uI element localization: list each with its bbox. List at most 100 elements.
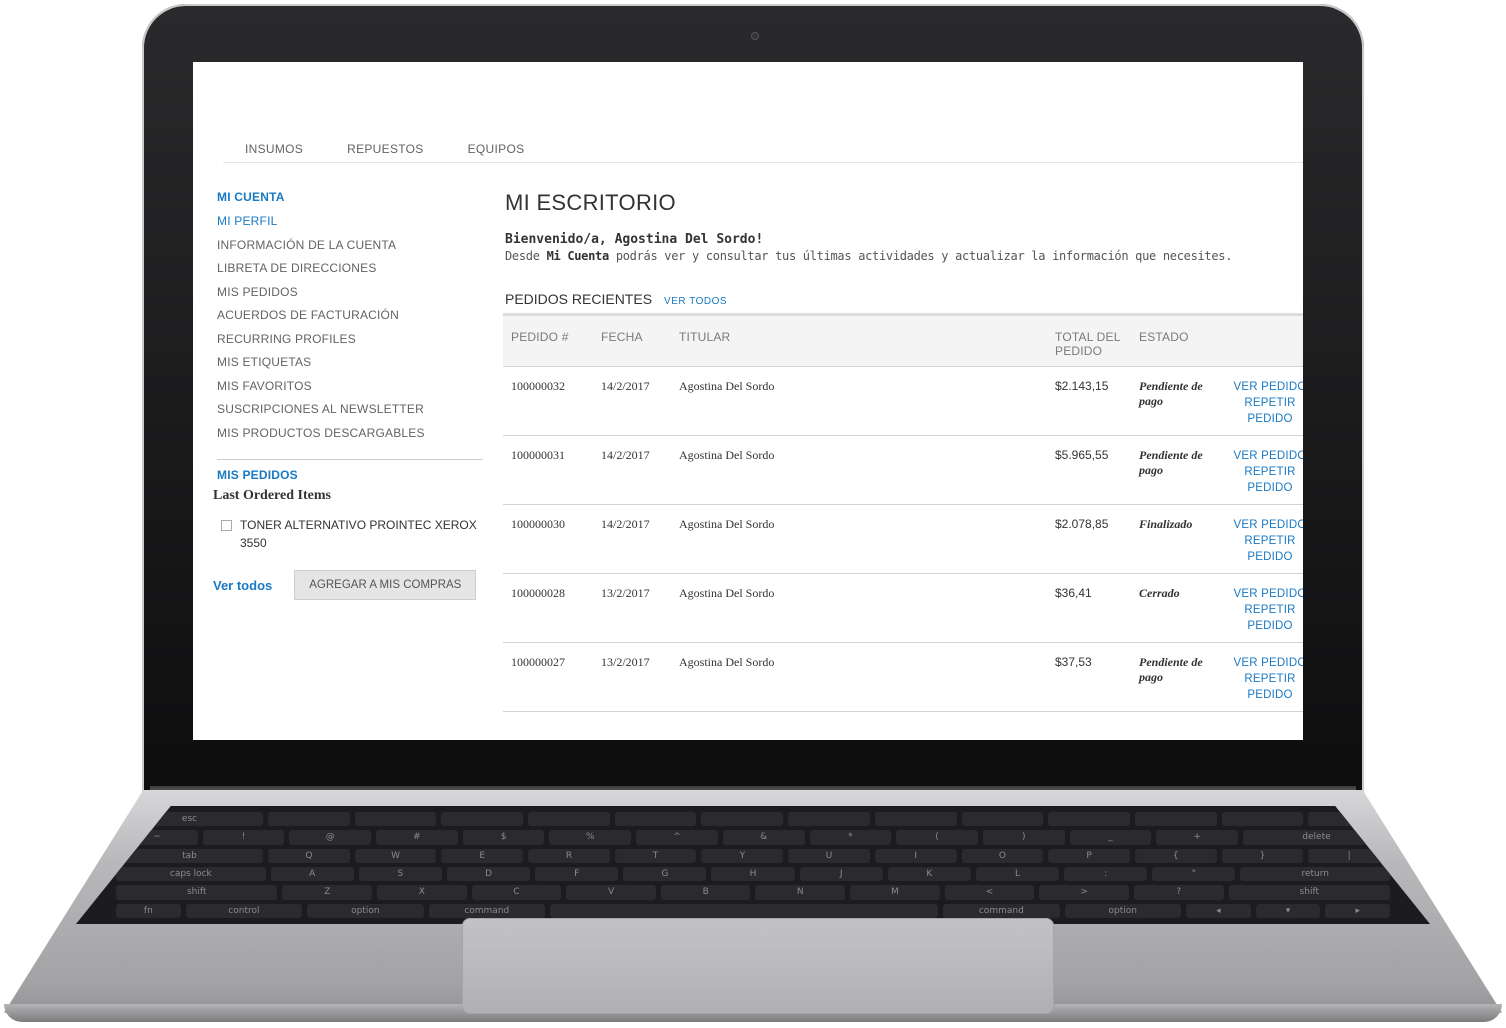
keyboard-key[interactable]: K <box>887 866 971 882</box>
nav-insumos[interactable]: INSUMOS <box>223 134 325 162</box>
sidebar-item[interactable]: RECURRING PROFILES <box>213 328 483 352</box>
keyboard-key[interactable]: $ <box>462 830 545 845</box>
keyboard-key[interactable] <box>268 812 350 827</box>
keyboard-key[interactable]: E <box>441 848 524 863</box>
keyboard-key[interactable]: + <box>1156 830 1238 845</box>
view-order-link[interactable]: VER PEDIDO <box>1225 379 1303 395</box>
keyboard-key[interactable]: I <box>874 848 957 863</box>
keyboard-key[interactable]: shift <box>116 885 278 900</box>
sidebar-item[interactable]: MIS PRODUCTOS DESCARGABLES <box>213 422 483 446</box>
keyboard-key[interactable]: D <box>446 866 531 882</box>
keyboard-key[interactable]: command <box>943 903 1060 918</box>
keyboard-key[interactable]: T <box>614 848 697 863</box>
keyboard-key[interactable]: option <box>307 903 424 918</box>
keyboard-key[interactable]: : <box>1064 866 1148 882</box>
keyboard-key[interactable] <box>1221 812 1304 827</box>
keyboard-key[interactable]: ) <box>982 830 1065 845</box>
view-order-link[interactable]: VER PEDIDO <box>1225 448 1303 464</box>
view-order-link[interactable]: VER PEDIDO <box>1225 586 1303 602</box>
keyboard-key[interactable] <box>354 812 437 827</box>
keyboard-key[interactable]: Q <box>268 848 350 863</box>
keyboard-key[interactable]: ? <box>1133 885 1224 900</box>
keyboard-key[interactable]: ▾ <box>1255 903 1321 918</box>
sidebar-item[interactable]: INFORMACIÓN DE LA CUENTA <box>213 234 483 258</box>
sidebar-item[interactable]: MIS FAVORITOS <box>213 375 483 399</box>
keyboard-key[interactable]: P <box>1048 848 1130 863</box>
keyboard-key[interactable]: G <box>623 866 707 882</box>
keyboard-key[interactable]: L <box>975 866 1060 882</box>
reorder-link[interactable]: REPETIR PEDIDO <box>1225 395 1303 427</box>
keyboard-key[interactable]: V <box>566 885 656 900</box>
item-checkbox[interactable] <box>221 520 232 531</box>
reorder-link[interactable]: REPETIR PEDIDO <box>1225 671 1303 703</box>
last-ordered-section-title[interactable]: MIS PEDIDOS <box>217 468 483 482</box>
keyboard-key[interactable]: W <box>354 848 437 863</box>
keyboard-key[interactable] <box>614 812 697 827</box>
sidebar-item[interactable]: SUSCRIPCIONES AL NEWSLETTER <box>213 398 483 422</box>
last-ordered-item[interactable]: TONER ALTERNATIVO PROINTEC XEROX 3550 <box>221 516 483 552</box>
keyboard-key[interactable] <box>788 812 870 827</box>
keyboard-key[interactable]: N <box>755 885 846 900</box>
keyboard-key[interactable] <box>1134 812 1217 827</box>
sidebar-item[interactable]: MIS ETIQUETAS <box>213 351 483 375</box>
keyboard-key[interactable]: shift <box>1228 885 1390 900</box>
keyboard-key[interactable] <box>701 812 784 827</box>
sidebar-item[interactable]: MIS PEDIDOS <box>213 281 483 305</box>
keyboard-key[interactable]: * <box>809 830 892 845</box>
keyboard-key[interactable]: caps lock <box>116 866 266 882</box>
keyboard-key[interactable]: J <box>799 866 883 882</box>
keyboard-key[interactable]: M <box>850 885 940 900</box>
keyboard-key[interactable]: } <box>1221 848 1304 863</box>
keyboard-key[interactable]: & <box>722 830 805 845</box>
keyboard-key[interactable]: C <box>471 885 562 900</box>
keyboard-key[interactable]: S <box>358 866 442 882</box>
keyboard-key[interactable]: " <box>1152 866 1236 882</box>
keyboard-key[interactable] <box>1048 812 1130 827</box>
trackpad[interactable] <box>462 918 1054 1014</box>
keyboard-key[interactable]: Z <box>282 885 372 900</box>
keyboard-key[interactable]: O <box>961 848 1044 863</box>
keyboard-key[interactable]: return <box>1240 866 1391 882</box>
add-to-cart-button[interactable]: AGREGAR A MIS COMPRAS <box>294 570 477 600</box>
keyboard-key[interactable]: ( <box>896 830 978 845</box>
keyboard-key[interactable]: > <box>1039 885 1129 900</box>
keyboard-key[interactable]: Y <box>701 848 784 863</box>
sidebar-item[interactable]: MI PERFIL <box>213 210 483 234</box>
keyboard-key[interactable]: @ <box>289 830 372 845</box>
keyboard-key[interactable]: U <box>788 848 870 863</box>
keyboard-key[interactable] <box>441 812 524 827</box>
keyboard-key[interactable]: H <box>711 866 795 882</box>
keyboard-key[interactable]: # <box>376 830 458 845</box>
sidebar-item[interactable]: ACUERDOS DE FACTURACIÓN <box>213 304 483 328</box>
keyboard-key[interactable]: ! <box>202 830 285 845</box>
keyboard-key[interactable]: % <box>549 830 632 845</box>
keyboard-key[interactable]: R <box>528 848 610 863</box>
keyboard-key[interactable]: ^ <box>636 830 718 845</box>
keyboard-key[interactable]: F <box>535 866 619 882</box>
keyboard-key[interactable]: B <box>660 885 751 900</box>
keyboard-key[interactable] <box>528 812 610 827</box>
keyboard-key[interactable] <box>550 903 939 918</box>
reorder-link[interactable]: REPETIR PEDIDO <box>1225 602 1303 634</box>
nav-equipos[interactable]: EQUIPOS <box>446 134 547 162</box>
view-order-link[interactable]: VER PEDIDO <box>1225 517 1303 533</box>
keyboard-key[interactable]: tab <box>116 848 264 863</box>
keyboard-key[interactable]: _ <box>1069 830 1152 845</box>
keyboard-key[interactable]: fn <box>116 903 181 918</box>
keyboard-key[interactable]: control <box>185 903 303 918</box>
sidebar-item[interactable]: LIBRETA DE DIRECCIONES <box>213 257 483 281</box>
keyboard-key[interactable]: command <box>428 903 545 918</box>
keyboard-key[interactable] <box>961 812 1044 827</box>
view-order-link[interactable]: VER PEDIDO <box>1225 655 1303 671</box>
reorder-link[interactable]: REPETIR PEDIDO <box>1225 464 1303 496</box>
keyboard-key[interactable]: A <box>270 866 354 882</box>
keyboard-key[interactable]: { <box>1134 848 1217 863</box>
view-all-link[interactable]: Ver todos <box>213 578 272 593</box>
reorder-link[interactable]: REPETIR PEDIDO <box>1225 533 1303 565</box>
recent-orders-view-all-link[interactable]: VER TODOS <box>664 296 727 307</box>
keyboard-key[interactable] <box>874 812 957 827</box>
keyboard-key[interactable]: ◂ <box>1185 903 1251 918</box>
nav-repuestos[interactable]: REPUESTOS <box>325 134 446 162</box>
keyboard-key[interactable]: X <box>376 885 467 900</box>
keyboard-key[interactable]: option <box>1064 903 1181 918</box>
